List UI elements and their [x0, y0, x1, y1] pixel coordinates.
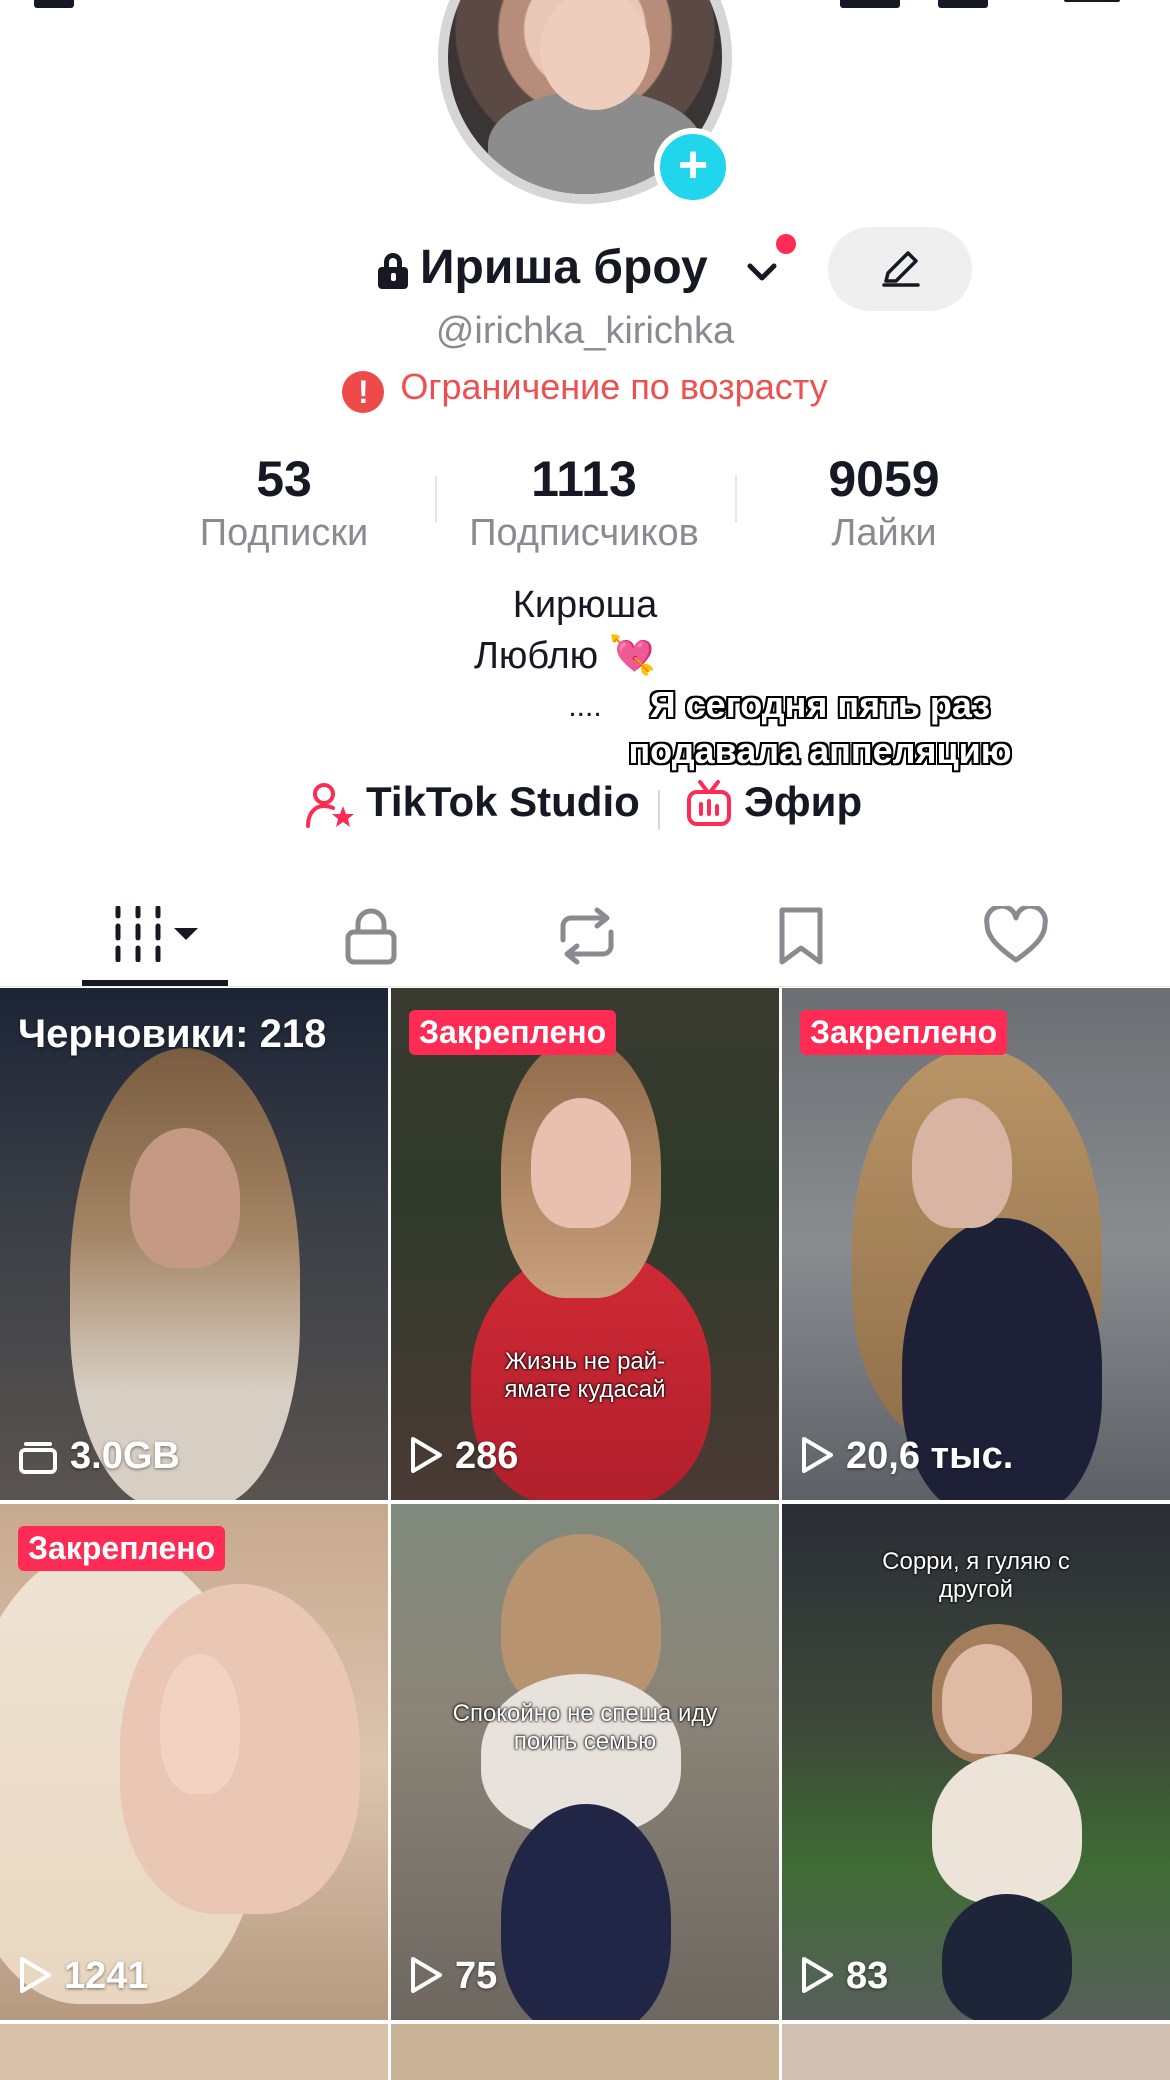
- video-caption: Сорри, я гуляю с другой: [882, 1548, 1070, 1603]
- drafts-stack-icon: [19, 1442, 57, 1474]
- live-tv-icon: [687, 780, 731, 826]
- add-story-button[interactable]: +: [654, 128, 732, 206]
- content-tabs: [0, 880, 1170, 987]
- play-icon: [802, 1437, 833, 1473]
- profile-links: TikTok Studio Эфир: [0, 778, 1170, 834]
- play-icon: [411, 1437, 442, 1473]
- video-tile[interactable]: Закреплено 20,6 тыс.: [782, 988, 1170, 1500]
- links-divider: [658, 790, 660, 830]
- notification-dot: [776, 234, 796, 254]
- share-icon[interactable]: [938, 0, 988, 8]
- tab-favorites[interactable]: [700, 880, 900, 986]
- chevron-down-icon[interactable]: [744, 254, 780, 290]
- stat-value: 53: [256, 451, 312, 507]
- stat-likes[interactable]: 9059 Лайки: [734, 448, 1034, 556]
- pinned-badge: Закреплено: [18, 1526, 226, 1571]
- edit-profile-button[interactable]: [828, 227, 972, 311]
- play-icon: [20, 1957, 51, 1993]
- video-tile[interactable]: Закреплено Жизнь не рай-ямате кудасай 28…: [391, 988, 779, 1500]
- lock-icon: [378, 253, 408, 289]
- tab-liked[interactable]: [915, 880, 1115, 986]
- grid-icon: [115, 906, 198, 962]
- view-count: 286: [409, 1435, 518, 1478]
- play-icon: [411, 1957, 442, 1993]
- tiktok-studio-link[interactable]: TikTok Studio: [366, 778, 640, 826]
- age-restriction-label: Ограничение по возрасту: [400, 366, 828, 407]
- stat-label: Подписки: [199, 512, 369, 554]
- drafts-label: Черновики: 218: [18, 1012, 327, 1056]
- stat-followers[interactable]: 1113 Подписчиков: [434, 448, 734, 556]
- pencil-icon: [882, 251, 920, 287]
- stat-value: 9059: [828, 451, 940, 507]
- view-count-value: 83: [846, 1955, 889, 1997]
- drafts-size-value: 3.0GB: [70, 1435, 180, 1477]
- view-count-value: 1241: [64, 1955, 149, 1997]
- video-caption: Спокойно не спеша иду поить семью: [452, 1700, 718, 1755]
- tab-videos[interactable]: [60, 880, 260, 986]
- stat-value: 1113: [531, 451, 637, 507]
- video-tile[interactable]: Спокойно не спеша иду поить семью 75: [391, 1504, 779, 2020]
- play-icon: [802, 1957, 833, 1993]
- live-link[interactable]: Эфир: [744, 778, 862, 826]
- bio-line: Кирюша: [512, 584, 658, 626]
- view-count: 75: [409, 1955, 497, 1998]
- bio-line: Люблю 💘: [473, 635, 657, 677]
- stat-following[interactable]: 53 Подписки: [134, 448, 434, 556]
- stat-label: Подписчиков: [469, 512, 699, 554]
- heart-icon: [984, 906, 1048, 963]
- view-count-value: 286: [455, 1435, 519, 1477]
- view-count: 1241: [18, 1955, 149, 1998]
- pinned-badge: Закреплено: [800, 1010, 1008, 1055]
- creator-tools-icon[interactable]: [840, 0, 900, 8]
- stat-label: Лайки: [831, 512, 937, 554]
- menu-icon[interactable]: [1064, 0, 1120, 2]
- drafts-size: 3.0GB: [18, 1435, 180, 1478]
- age-restriction-notice[interactable]: ! Ограничение по возрасту: [0, 366, 1170, 413]
- lock-icon: [345, 908, 397, 965]
- tab-private[interactable]: [270, 880, 470, 986]
- view-count: 83: [800, 1955, 888, 1998]
- view-count-value: 20,6 тыс.: [846, 1435, 1014, 1477]
- video-tile[interactable]: Закреплено 1241: [0, 1504, 388, 2020]
- video-tile[interactable]: [782, 2024, 1170, 2080]
- view-count: 20,6 тыс.: [800, 1435, 1013, 1478]
- display-name[interactable]: Ириша броу: [420, 240, 708, 295]
- video-tile[interactable]: [0, 2024, 388, 2080]
- bookmark-icon: [779, 907, 823, 965]
- video-tile[interactable]: Сорри, я гуляю с другой 83: [782, 1504, 1170, 2020]
- sticker-line: подавала аппеляцию: [628, 730, 1012, 771]
- view-count-value: 75: [455, 1955, 498, 1997]
- tab-reposts[interactable]: [485, 880, 685, 986]
- video-caption: Жизнь не рай-ямате кудасай: [504, 1348, 666, 1403]
- username: @irichka_kirichka: [435, 310, 735, 352]
- sticker-text: Я сегодня пять раз подавала аппеляцию: [560, 682, 1080, 774]
- video-tile[interactable]: [391, 2024, 779, 2080]
- pinned-badge: Закреплено: [409, 1010, 617, 1055]
- alert-icon: !: [342, 371, 385, 413]
- repost-icon: [560, 907, 614, 965]
- drafts-tile[interactable]: Черновики: 218 3.0GB: [0, 988, 388, 1500]
- back-icon[interactable]: [34, 0, 74, 8]
- person-star-icon: [306, 783, 354, 828]
- active-tab-indicator: [82, 980, 228, 986]
- sticker-line: Я сегодня пять раз: [649, 684, 991, 725]
